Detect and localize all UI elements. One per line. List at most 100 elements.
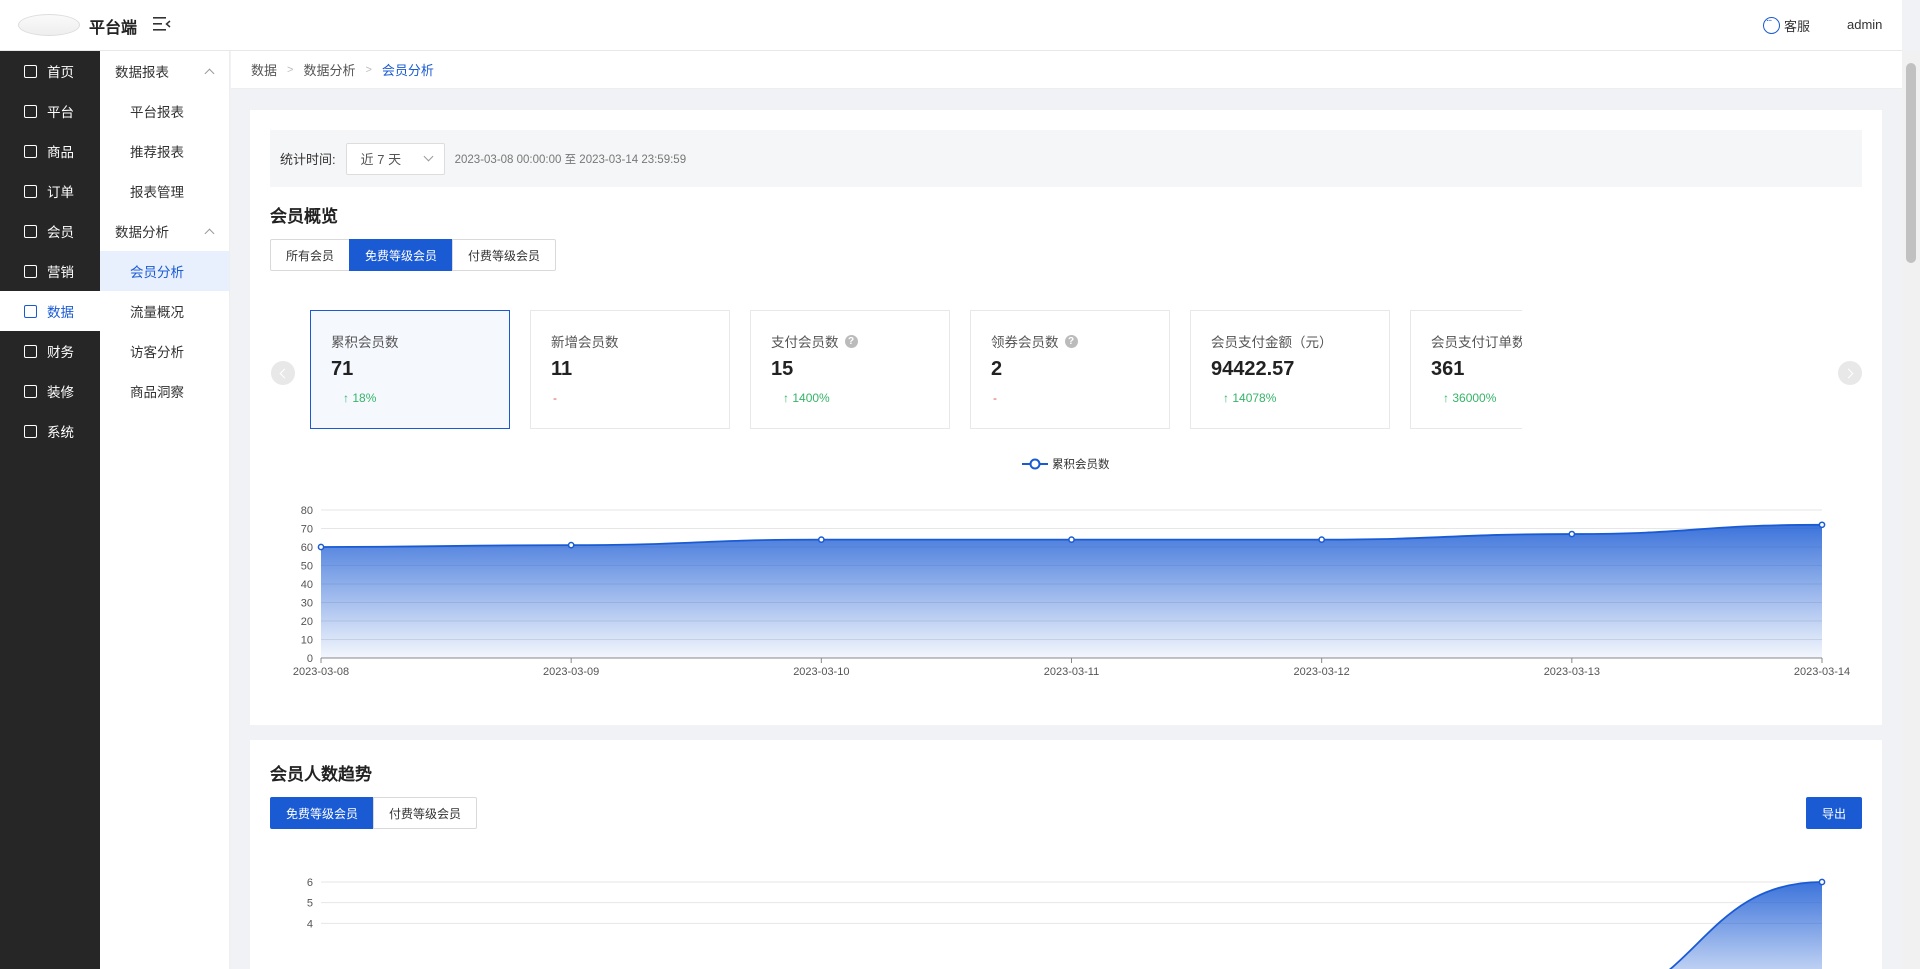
metric-name: 支付会员数? xyxy=(771,331,949,351)
series-area xyxy=(1670,882,1822,969)
chevron-left-icon xyxy=(279,368,290,378)
arrow-up-icon: ↑ xyxy=(343,391,353,405)
help-icon[interactable]: ? xyxy=(1064,334,1078,348)
menu-collapse-icon[interactable] xyxy=(153,16,171,32)
data-point[interactable] xyxy=(317,543,325,551)
user-name[interactable]: admin xyxy=(1847,17,1882,32)
help-icon[interactable]: ? xyxy=(844,334,858,348)
nav-item-7[interactable]: 财务 xyxy=(0,331,100,371)
metric-card[interactable]: 累积会员数 71 ↑ 18% xyxy=(310,310,510,429)
nav-item-0[interactable]: 首页 xyxy=(0,51,100,91)
nav-item-2[interactable]: 商品 xyxy=(0,131,100,171)
metric-card[interactable]: 领券会员数? 2 - xyxy=(970,310,1170,429)
y-tick-label: 70 xyxy=(301,524,313,536)
metric-change: - xyxy=(551,391,729,405)
nav-item-label: 平台 xyxy=(47,105,74,120)
metric-value: 71 xyxy=(331,358,354,380)
chevron-down-icon xyxy=(423,151,434,162)
data-point[interactable] xyxy=(1318,536,1326,543)
breadcrumb: 数据 > 数据分析 > 会员分析 xyxy=(231,51,1902,89)
finance-icon xyxy=(24,344,37,358)
metric-name-text: 新增会员数 xyxy=(551,335,619,350)
metric-name-text: 领券会员数 xyxy=(991,335,1059,350)
app-title: 平台端 xyxy=(89,20,138,37)
tab-all-members[interactable]: 所有会员 xyxy=(270,239,351,271)
y-tick-label: 60 xyxy=(301,542,313,554)
subnav-item-member-analysis[interactable]: 会员分析 xyxy=(100,251,229,291)
legend-label: 累积会员数 xyxy=(1052,459,1110,471)
nav-item-label: 营销 xyxy=(47,265,74,280)
subnav-item-traffic[interactable]: 流量概况 xyxy=(100,291,229,331)
data-point[interactable] xyxy=(817,536,825,543)
page-scrollbar[interactable] xyxy=(1902,51,1920,969)
arrow-up-icon: ↑ xyxy=(1223,391,1233,405)
metric-card[interactable]: 支付会员数? 15 ↑ 1400% xyxy=(750,310,950,429)
subnav-item-recommend-report[interactable]: 推荐报表 xyxy=(100,131,229,171)
nav-item-6[interactable]: 数据 xyxy=(0,291,100,331)
metric-name-text: 支付会员数 xyxy=(771,335,839,350)
export-button[interactable]: 导出 xyxy=(1806,797,1862,829)
nav-item-5[interactable]: 营销 xyxy=(0,251,100,291)
subnav-item-visitor[interactable]: 访客分析 xyxy=(100,331,229,371)
subnav-group-analysis[interactable]: 数据分析 xyxy=(100,211,229,251)
member-count-chart: 0 10 20 30 40 50 60 70 80 2023-03-08 2023-03-09 202… xyxy=(293,505,1850,678)
metric-card[interactable]: 会员支付订单数 361 ↑ 36000% xyxy=(1410,310,1522,429)
y-tick-label: 30 xyxy=(301,598,313,610)
y-tick-label: 10 xyxy=(301,635,313,647)
carousel-prev-button[interactable] xyxy=(271,361,295,385)
time-filter-bar: 统计时间: 近 7 天 2023-03-08 00:00:00 至 2023-0… xyxy=(270,130,1862,187)
customer-service-link[interactable]: 客服 xyxy=(1763,13,1810,35)
breadcrumb-item[interactable]: 数据 xyxy=(251,60,277,79)
breadcrumb-item[interactable]: 数据分析 xyxy=(303,60,355,79)
metric-change-value: 1400% xyxy=(792,391,830,405)
nav-item-8[interactable]: 装修 xyxy=(0,371,100,411)
metric-card[interactable]: 新增会员数 11 - xyxy=(530,310,730,429)
tab-paid-members[interactable]: 付费等级会员 xyxy=(373,797,478,829)
metric-value: 361 xyxy=(1431,358,1465,380)
member-overview-card: 统计时间: 近 7 天 2023-03-08 00:00:00 至 2023-0… xyxy=(250,110,1882,725)
data-point[interactable] xyxy=(567,541,575,549)
metric-value: 2 xyxy=(991,358,1003,380)
nav-item-3[interactable]: 订单 xyxy=(0,171,100,211)
metric-change-value: - xyxy=(993,391,997,405)
data-point[interactable] xyxy=(1568,530,1576,538)
subnav-group-reports[interactable]: 数据报表 xyxy=(100,51,229,91)
metric-change: ↑ 1400% xyxy=(771,391,949,405)
y-tick-label: 50 xyxy=(301,561,313,573)
arrow-up-icon: ↑ xyxy=(1443,391,1453,405)
member-trend-card: 会员人数趋势 免费等级会员 付费等级会员 导出 4 5 6 xyxy=(250,740,1882,969)
main-sidebar: 首页平台商品订单 会员营销数据 财务 装修 系统 xyxy=(0,51,100,969)
metric-card[interactable]: 会员支付金额（元） 94422.57 ↑ 14078% xyxy=(1190,310,1390,429)
scrollbar-thumb[interactable] xyxy=(1906,63,1916,263)
tab-free-members[interactable]: 免费等级会员 xyxy=(349,239,454,271)
nav-item-4[interactable]: 会员 xyxy=(0,211,100,251)
y-tick-label: 4 xyxy=(307,918,313,930)
chart-legend[interactable]: 累积会员数 xyxy=(1022,456,1110,472)
metric-name: 累积会员数 xyxy=(331,331,509,351)
subnav-item-report-manage[interactable]: 报表管理 xyxy=(100,171,229,211)
chevron-up-icon xyxy=(204,228,215,238)
metric-value: 15 xyxy=(771,358,794,380)
time-range-text: 2023-03-08 00:00:00 至 2023-03-14 23:59:5… xyxy=(454,153,687,166)
metric-name: 领券会员数? xyxy=(991,331,1169,351)
chat-icon xyxy=(1763,13,1780,34)
tab-free-members[interactable]: 免费等级会员 xyxy=(270,797,375,829)
subnav-item-product-insight[interactable]: 商品洞察 xyxy=(100,371,229,411)
metric-change-value: - xyxy=(553,391,557,405)
data-point[interactable] xyxy=(1068,536,1075,543)
subnav-item-platform-report[interactable]: 平台报表 xyxy=(100,91,229,131)
x-tick-label: 2023-03-14 xyxy=(1794,666,1850,678)
trend-title: 会员人数趋势 xyxy=(270,765,372,784)
series-line xyxy=(1668,881,1823,969)
data-point[interactable] xyxy=(1818,521,1826,529)
nav-item-1[interactable]: 平台 xyxy=(0,91,100,131)
time-range-select[interactable]: 近 7 天 xyxy=(345,142,445,175)
x-tick-label: 2023-03-12 xyxy=(1294,666,1350,678)
carousel-next-button[interactable] xyxy=(1838,361,1862,385)
member-type-tabs: 所有会员 免费等级会员 付费等级会员 xyxy=(270,239,557,271)
nav-item-label: 商品 xyxy=(47,145,74,160)
metric-change: ↑ 14078% xyxy=(1211,391,1389,405)
nav-item-9[interactable]: 系统 xyxy=(0,411,100,451)
tab-paid-members[interactable]: 付费等级会员 xyxy=(452,239,557,271)
data-point[interactable] xyxy=(1818,878,1826,886)
